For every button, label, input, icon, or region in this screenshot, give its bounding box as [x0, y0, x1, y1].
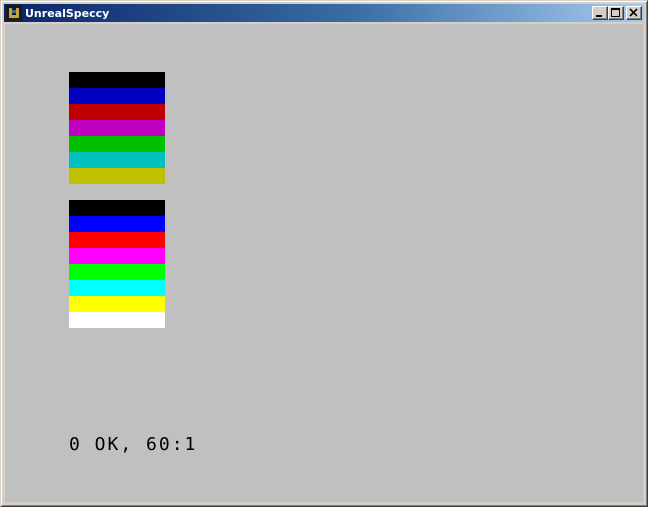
close-icon [629, 8, 638, 17]
normal-stripe-5 [69, 152, 165, 168]
bright-color-bars [69, 200, 165, 328]
window-title: UnrealSpeccy [25, 6, 110, 20]
bright-stripe-6 [69, 296, 165, 312]
bright-stripe-5 [69, 280, 165, 296]
bright-stripe-3 [69, 248, 165, 264]
spectrum-screen[interactable]: 0 OK, 60:1 [5, 24, 643, 502]
normal-color-bars [69, 72, 165, 184]
bright-stripe-2 [69, 232, 165, 248]
unrealspeccy-app-icon [6, 5, 22, 21]
bright-stripe-0 [69, 200, 165, 216]
normal-stripe-1 [69, 88, 165, 104]
minimize-button[interactable] [592, 6, 608, 20]
normal-stripe-4 [69, 136, 165, 152]
title-buttons [592, 6, 642, 20]
normal-stripe-0 [69, 72, 165, 88]
bright-stripe-7 [69, 312, 165, 328]
normal-stripe-2 [69, 104, 165, 120]
normal-stripe-3 [69, 120, 165, 136]
close-button[interactable] [626, 6, 642, 20]
minimize-icon [596, 15, 602, 17]
app-window: UnrealSpeccy 0 OK, 60:1 [0, 0, 648, 507]
status-message: 0 OK, 60:1 [69, 434, 198, 455]
normal-stripe-6 [69, 168, 165, 184]
bright-stripe-4 [69, 264, 165, 280]
maximize-icon [611, 8, 620, 17]
bright-stripe-1 [69, 216, 165, 232]
title-bar[interactable]: UnrealSpeccy [4, 4, 644, 22]
maximize-button[interactable] [608, 6, 624, 20]
